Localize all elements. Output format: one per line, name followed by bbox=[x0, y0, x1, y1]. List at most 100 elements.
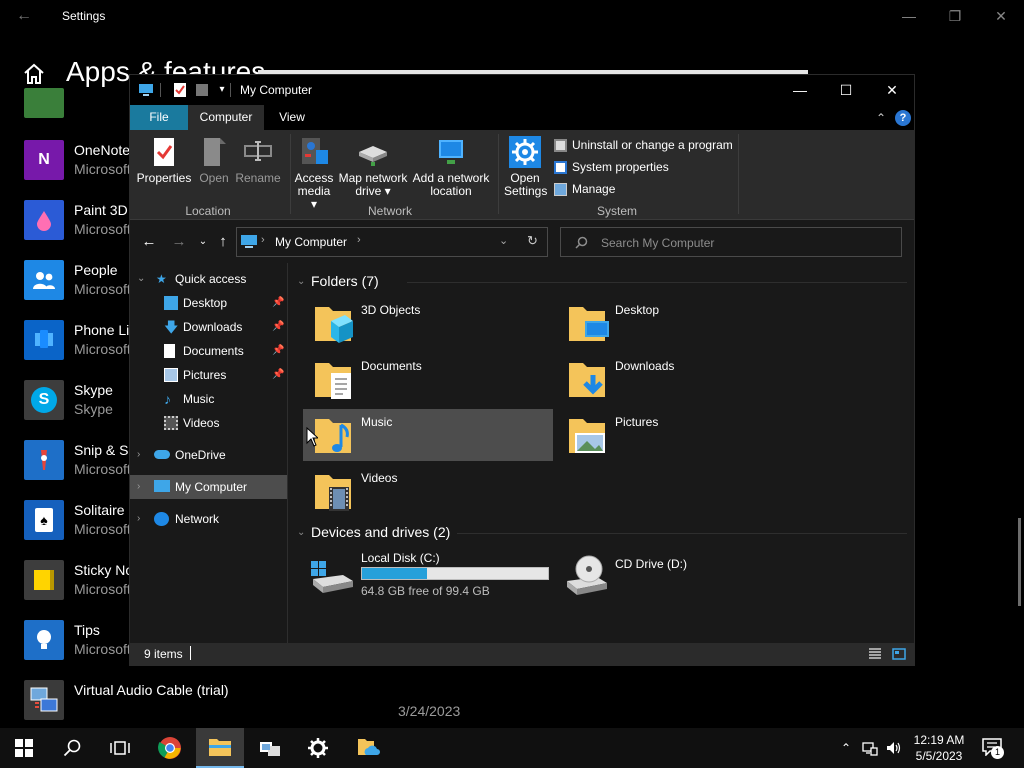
rename-button[interactable]: Rename bbox=[234, 136, 282, 185]
manage-button[interactable]: Manage bbox=[554, 182, 615, 196]
folder-downloads[interactable]: Downloads bbox=[557, 353, 807, 405]
sidebar-item-label: Quick access bbox=[175, 272, 247, 286]
clock-time: 12:19 AM bbox=[913, 733, 965, 747]
chevron-down-icon[interactable]: ⌄ bbox=[297, 527, 311, 538]
folder-videos[interactable]: Videos bbox=[303, 465, 553, 517]
search-input[interactable]: Search My Computer bbox=[560, 227, 902, 257]
address-bar[interactable]: › My Computer › ⌄ ↻ bbox=[236, 227, 548, 257]
taskbar-file-explorer[interactable] bbox=[196, 728, 244, 768]
properties-button[interactable]: Properties bbox=[136, 136, 192, 185]
settings-close-button[interactable]: ✕ bbox=[989, 4, 1013, 28]
recent-locations-dropdown[interactable]: ⌄ bbox=[194, 233, 212, 251]
scrollbar-thumb[interactable] bbox=[1018, 518, 1021, 606]
cloud-icon bbox=[154, 450, 170, 459]
install-date: 3/24/2023 bbox=[398, 703, 461, 719]
details-view-icon[interactable] bbox=[868, 647, 882, 661]
chevron-down-icon[interactable]: ⌄ bbox=[137, 267, 147, 291]
start-button[interactable] bbox=[0, 728, 48, 768]
sidebar-item-music[interactable]: ♪ Music bbox=[130, 387, 287, 411]
new-folder-icon[interactable] bbox=[194, 82, 210, 98]
home-icon[interactable] bbox=[22, 62, 46, 86]
uninstall-program-button[interactable]: Uninstall or change a program bbox=[554, 138, 733, 152]
sidebar-item-label: OneDrive bbox=[175, 448, 226, 462]
sidebar-item-label: Network bbox=[175, 512, 220, 526]
chevron-right-icon[interactable]: › bbox=[357, 234, 361, 246]
sidebar-item-documents[interactable]: Documents 📌 bbox=[130, 339, 287, 363]
search-button[interactable] bbox=[48, 728, 96, 768]
app-name: Skype bbox=[74, 382, 113, 398]
properties-icon[interactable] bbox=[172, 82, 188, 98]
folder-3d-objects[interactable]: 3D Objects bbox=[303, 297, 553, 349]
task-view-button[interactable] bbox=[96, 728, 144, 768]
tab-view[interactable]: View bbox=[264, 105, 320, 130]
breadcrumb[interactable]: My Computer bbox=[275, 235, 347, 249]
chevron-down-icon[interactable]: ⌄ bbox=[297, 276, 311, 287]
tab-computer[interactable]: Computer bbox=[188, 105, 264, 130]
folder-label: Documents bbox=[361, 359, 422, 373]
app-name: OneNote bbox=[74, 142, 131, 158]
show-hidden-icons-icon[interactable]: ⌃ bbox=[838, 740, 854, 756]
computer-icon bbox=[241, 235, 257, 248]
drive-local-disk[interactable]: Local Disk (C:) 64.8 GB free of 99.4 GB bbox=[303, 549, 553, 605]
tab-file[interactable]: File bbox=[130, 105, 188, 130]
taskbar-chrome[interactable] bbox=[146, 728, 194, 768]
chevron-right-icon[interactable]: › bbox=[137, 443, 147, 467]
tiles-view-icon[interactable] bbox=[892, 647, 906, 661]
address-dropdown-icon[interactable]: ⌄ bbox=[499, 234, 508, 247]
back-arrow-icon[interactable]: ← bbox=[14, 6, 34, 26]
up-button[interactable]: ↑ bbox=[214, 233, 232, 251]
divider bbox=[738, 134, 739, 214]
explorer-titlebar: ▾ My Computer — ☐ ✕ bbox=[130, 75, 914, 105]
settings-restore-button[interactable]: ❐ bbox=[943, 4, 967, 28]
clock[interactable]: 12:19 AM 5/5/2023 bbox=[910, 732, 968, 764]
collapse-ribbon-icon[interactable]: ⌃ bbox=[873, 110, 889, 126]
settings-minimize-button[interactable]: — bbox=[897, 4, 921, 28]
task-view-icon bbox=[110, 741, 130, 755]
onenote-icon: N bbox=[24, 140, 64, 180]
maximize-button[interactable]: ☐ bbox=[826, 77, 866, 103]
folder-pictures[interactable]: Pictures bbox=[557, 409, 807, 461]
desktop-icon bbox=[164, 296, 178, 310]
sidebar-item-desktop[interactable]: Desktop 📌 bbox=[130, 291, 287, 315]
back-button[interactable]: ← bbox=[140, 233, 158, 251]
sidebar-item-onedrive[interactable]: › OneDrive bbox=[130, 443, 287, 467]
taskbar-onedrive-folder[interactable] bbox=[344, 728, 392, 768]
group-header-label: Devices and drives (2) bbox=[311, 524, 451, 540]
forward-button[interactable]: → bbox=[170, 233, 188, 251]
settings-titlebar: ← Settings — ❐ ✕ bbox=[0, 0, 1024, 32]
volume-icon[interactable] bbox=[886, 740, 902, 756]
pictures-icon bbox=[164, 368, 178, 382]
folder-music[interactable]: Music bbox=[303, 409, 553, 461]
group-header-devices[interactable]: ⌄ Devices and drives (2) bbox=[297, 524, 907, 540]
onedrive-folder-icon bbox=[358, 739, 380, 755]
sidebar-item-videos[interactable]: Videos bbox=[130, 411, 287, 435]
sidebar-item-downloads[interactable]: 🡇 Downloads 📌 bbox=[130, 315, 287, 339]
help-icon[interactable]: ? bbox=[895, 110, 911, 126]
folder-desktop[interactable]: Desktop bbox=[557, 297, 807, 349]
network-icon[interactable] bbox=[862, 740, 878, 756]
action-center-button[interactable]: 1 bbox=[982, 738, 1004, 759]
folder-documents[interactable]: Documents bbox=[303, 353, 553, 405]
group-header-folders[interactable]: ⌄ Folders (7) bbox=[297, 273, 907, 289]
minimize-button[interactable]: — bbox=[780, 77, 820, 103]
open-button[interactable]: Open bbox=[196, 136, 232, 185]
system-properties-label: System properties bbox=[572, 160, 669, 174]
drive-cd[interactable]: CD Drive (D:) bbox=[557, 549, 807, 605]
refresh-icon[interactable]: ↻ bbox=[527, 233, 538, 249]
taskbar-virtual-audio-cable[interactable] bbox=[246, 728, 294, 768]
close-button[interactable]: ✕ bbox=[872, 77, 912, 103]
sidebar-item-pictures[interactable]: Pictures 📌 bbox=[130, 363, 287, 387]
map-network-drive-button[interactable]: Map network drive ▾ bbox=[336, 136, 410, 198]
open-settings-button[interactable]: Open Settings bbox=[504, 136, 547, 198]
sidebar-item-network[interactable]: › Network bbox=[130, 507, 287, 531]
access-media-button[interactable]: Access media ▾ bbox=[294, 136, 334, 211]
add-network-location-button[interactable]: Add a network location bbox=[412, 136, 490, 198]
chevron-right-icon[interactable]: › bbox=[137, 475, 147, 499]
app-publisher: Microsoft bbox=[74, 641, 131, 657]
taskbar-settings[interactable] bbox=[294, 728, 342, 768]
customize-quick-access-icon[interactable]: ▾ bbox=[214, 82, 230, 98]
sidebar-item-quick-access[interactable]: ⌄ ★ Quick access bbox=[130, 267, 287, 291]
sidebar-item-my-computer[interactable]: › My Computer bbox=[130, 475, 287, 499]
system-properties-button[interactable]: System properties bbox=[554, 160, 669, 174]
chevron-right-icon[interactable]: › bbox=[137, 507, 147, 531]
